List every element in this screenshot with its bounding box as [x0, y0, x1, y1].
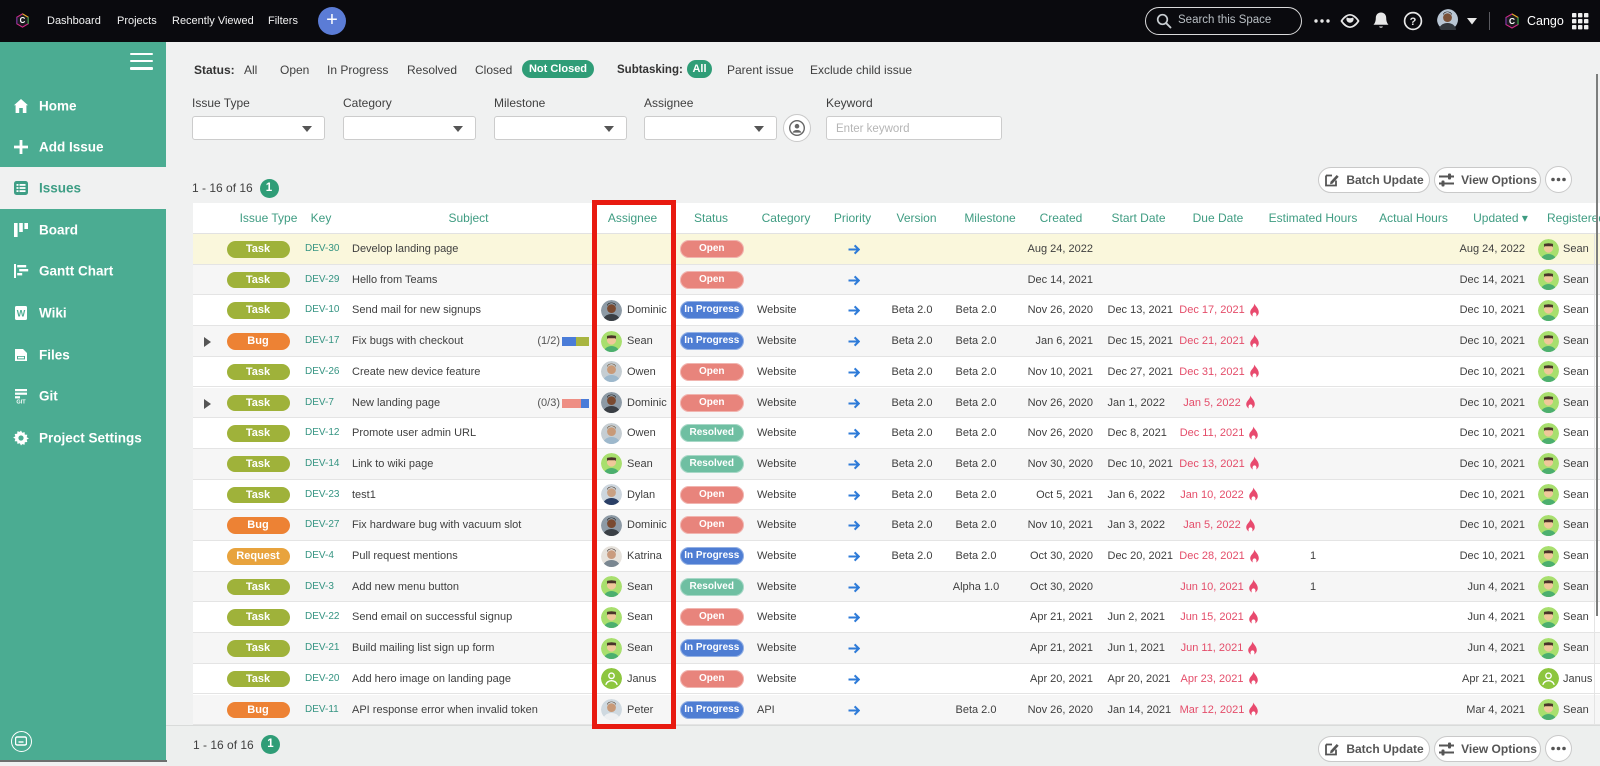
- svg-text:C: C: [1509, 16, 1515, 26]
- svg-text:?: ?: [1410, 16, 1417, 28]
- svg-text:W: W: [17, 309, 26, 319]
- svg-text:GIT: GIT: [16, 400, 26, 404]
- svg-text:C: C: [20, 16, 26, 25]
